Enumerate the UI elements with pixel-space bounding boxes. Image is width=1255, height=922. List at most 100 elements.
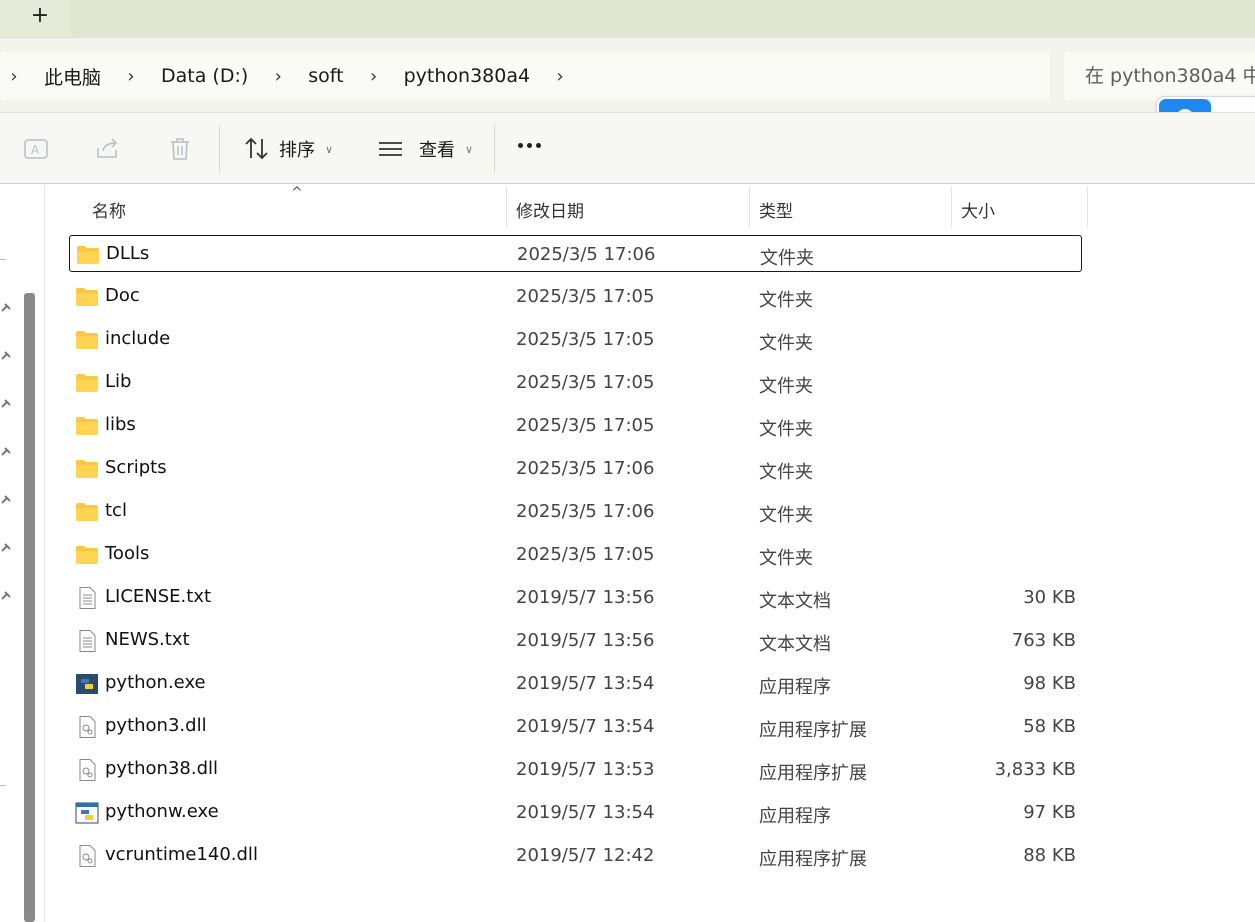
file-type: 文件夹 bbox=[760, 248, 814, 269]
breadcrumb-item-soft[interactable]: soft bbox=[292, 65, 359, 87]
chevron-right-icon[interactable]: › bbox=[264, 66, 292, 87]
column-divider[interactable] bbox=[951, 187, 952, 227]
file-name: Lib bbox=[105, 371, 132, 392]
column-divider[interactable] bbox=[506, 187, 507, 227]
folder-icon bbox=[76, 244, 100, 266]
pin-icon[interactable] bbox=[0, 491, 12, 504]
file-type: 应用程序扩展 bbox=[759, 720, 867, 741]
file-row[interactable]: DLLs 2025/3/5 17:06 文件夹 bbox=[69, 235, 1082, 272]
more-icon[interactable] bbox=[518, 143, 541, 148]
file-row[interactable]: Doc 2025/3/5 17:05 文件夹 bbox=[69, 278, 1082, 315]
toolbar-divider bbox=[219, 125, 220, 173]
file-row[interactable]: Lib 2025/3/5 17:05 文件夹 bbox=[69, 364, 1082, 401]
file-name: vcruntime140.dll bbox=[105, 844, 258, 865]
sort-label: 排序 bbox=[279, 140, 315, 161]
file-type: 文件夹 bbox=[759, 462, 813, 483]
address-row: › 此电脑 › Data (D:) › soft › python380a4 ›… bbox=[0, 38, 1255, 112]
share-icon[interactable] bbox=[94, 135, 122, 163]
column-size[interactable]: 大小 bbox=[961, 197, 995, 222]
chevron-right-icon[interactable]: › bbox=[360, 66, 388, 87]
file-size: 763 KB bbox=[1011, 630, 1076, 651]
file-modified: 2019/5/7 13:54 bbox=[516, 716, 655, 737]
chevron-right-icon[interactable]: › bbox=[117, 66, 145, 87]
file-modified: 2025/3/5 17:06 bbox=[516, 458, 655, 479]
sort-button[interactable]: 排序 ∨ bbox=[243, 131, 333, 167]
file-type: 文本文档 bbox=[759, 591, 831, 612]
tab-strip: + bbox=[0, 0, 1255, 38]
breadcrumb-item-this-pc[interactable]: 此电脑 bbox=[28, 63, 117, 90]
column-modified[interactable]: 修改日期 bbox=[516, 197, 584, 222]
file-row[interactable]: python38.dll 2019/5/7 13:53 应用程序扩展 3,833 KB bbox=[69, 751, 1082, 788]
rename-icon[interactable]: A bbox=[22, 135, 50, 163]
pin-icon[interactable] bbox=[0, 347, 12, 360]
file-row[interactable]: Tools 2025/3/5 17:05 文件夹 bbox=[69, 536, 1082, 573]
column-divider[interactable] bbox=[749, 187, 750, 227]
pin-icon[interactable] bbox=[0, 443, 12, 456]
file-name: include bbox=[105, 328, 171, 349]
file-row[interactable]: python.exe 2019/5/7 13:54 应用程序 98 KB bbox=[69, 665, 1082, 702]
file-modified: 2025/3/5 17:05 bbox=[516, 286, 655, 307]
breadcrumb-item-python380a4[interactable]: python380a4 bbox=[388, 65, 546, 87]
view-icon bbox=[377, 135, 405, 163]
file-name: LICENSE.txt bbox=[105, 586, 212, 607]
new-tab-button[interactable]: + bbox=[22, 2, 58, 32]
view-button[interactable]: 查看 ∨ bbox=[377, 131, 473, 167]
file-modified: 2025/3/5 17:05 bbox=[516, 544, 655, 565]
search-input[interactable]: 在 python380a4 中搜索 bbox=[1064, 52, 1255, 100]
text-file-icon bbox=[75, 630, 99, 652]
file-size: 58 KB bbox=[1023, 716, 1076, 737]
file-type: 应用程序扩展 bbox=[759, 763, 867, 784]
nav-scrollbar[interactable] bbox=[24, 293, 35, 922]
column-type[interactable]: 类型 bbox=[759, 197, 793, 222]
column-divider[interactable] bbox=[1087, 187, 1088, 227]
file-type: 文件夹 bbox=[759, 505, 813, 526]
dll-file-icon bbox=[75, 845, 99, 867]
file-row[interactable]: NEWS.txt 2019/5/7 13:56 文本文档 763 KB bbox=[69, 622, 1082, 659]
breadcrumb[interactable]: › 此电脑 › Data (D:) › soft › python380a4 › bbox=[0, 52, 1050, 100]
pin-icon[interactable] bbox=[0, 299, 12, 312]
delete-icon[interactable] bbox=[166, 135, 194, 163]
file-type: 应用程序 bbox=[759, 677, 831, 698]
file-modified: 2025/3/5 17:06 bbox=[517, 244, 656, 265]
folder-icon bbox=[75, 415, 99, 437]
file-row[interactable]: Scripts 2025/3/5 17:06 文件夹 bbox=[69, 450, 1082, 487]
toolbar-divider bbox=[494, 125, 495, 173]
view-label: 查看 bbox=[419, 140, 455, 161]
file-row[interactable]: LICENSE.txt 2019/5/7 13:56 文本文档 30 KB bbox=[69, 579, 1082, 616]
file-row[interactable]: vcruntime140.dll 2019/5/7 12:42 应用程序扩展 88 K… bbox=[69, 837, 1082, 874]
chevron-down-icon: ∨ bbox=[465, 142, 474, 156]
file-type: 应用程序扩展 bbox=[759, 849, 867, 870]
file-row[interactable]: tcl 2025/3/5 17:06 文件夹 bbox=[69, 493, 1082, 530]
pin-icon[interactable] bbox=[0, 587, 12, 600]
folder-icon bbox=[75, 372, 99, 394]
file-name: Scripts bbox=[105, 457, 167, 478]
file-type: 文件夹 bbox=[759, 376, 813, 397]
column-header: ^ 名称 修改日期 类型 大小 bbox=[46, 185, 1255, 229]
file-type: 应用程序 bbox=[759, 806, 831, 827]
file-type: 文件夹 bbox=[759, 548, 813, 569]
sort-icon bbox=[243, 135, 271, 163]
file-modified: 2019/5/7 13:54 bbox=[516, 673, 655, 694]
file-modified: 2019/5/7 13:56 bbox=[516, 630, 655, 651]
pane-divider[interactable] bbox=[44, 185, 45, 922]
file-name: DLLs bbox=[106, 243, 150, 264]
breadcrumb-item-data-d[interactable]: Data (D:) bbox=[145, 65, 264, 87]
file-modified: 2019/5/7 13:54 bbox=[516, 802, 655, 823]
folder-icon bbox=[75, 458, 99, 480]
file-modified: 2019/5/7 12:42 bbox=[516, 845, 655, 866]
chevron-right-icon[interactable]: › bbox=[0, 66, 28, 87]
file-size: 30 KB bbox=[1023, 587, 1076, 608]
nav-divider bbox=[0, 259, 6, 260]
file-row[interactable]: libs 2025/3/5 17:05 文件夹 bbox=[69, 407, 1082, 444]
chevron-right-icon[interactable]: › bbox=[546, 66, 574, 87]
file-row[interactable]: pythonw.exe 2019/5/7 13:54 应用程序 97 KB bbox=[69, 794, 1082, 831]
pin-icon[interactable] bbox=[0, 539, 12, 552]
file-type: 文本文档 bbox=[759, 634, 831, 655]
column-name[interactable]: 名称 bbox=[92, 197, 126, 222]
file-row[interactable]: python3.dll 2019/5/7 13:54 应用程序扩展 58 KB bbox=[69, 708, 1082, 745]
file-name: NEWS.txt bbox=[105, 629, 190, 650]
pin-icon[interactable] bbox=[0, 395, 12, 408]
chevron-down-icon: ∨ bbox=[325, 142, 334, 156]
file-type: 文件夹 bbox=[759, 419, 813, 440]
file-row[interactable]: include 2025/3/5 17:05 文件夹 bbox=[69, 321, 1082, 358]
